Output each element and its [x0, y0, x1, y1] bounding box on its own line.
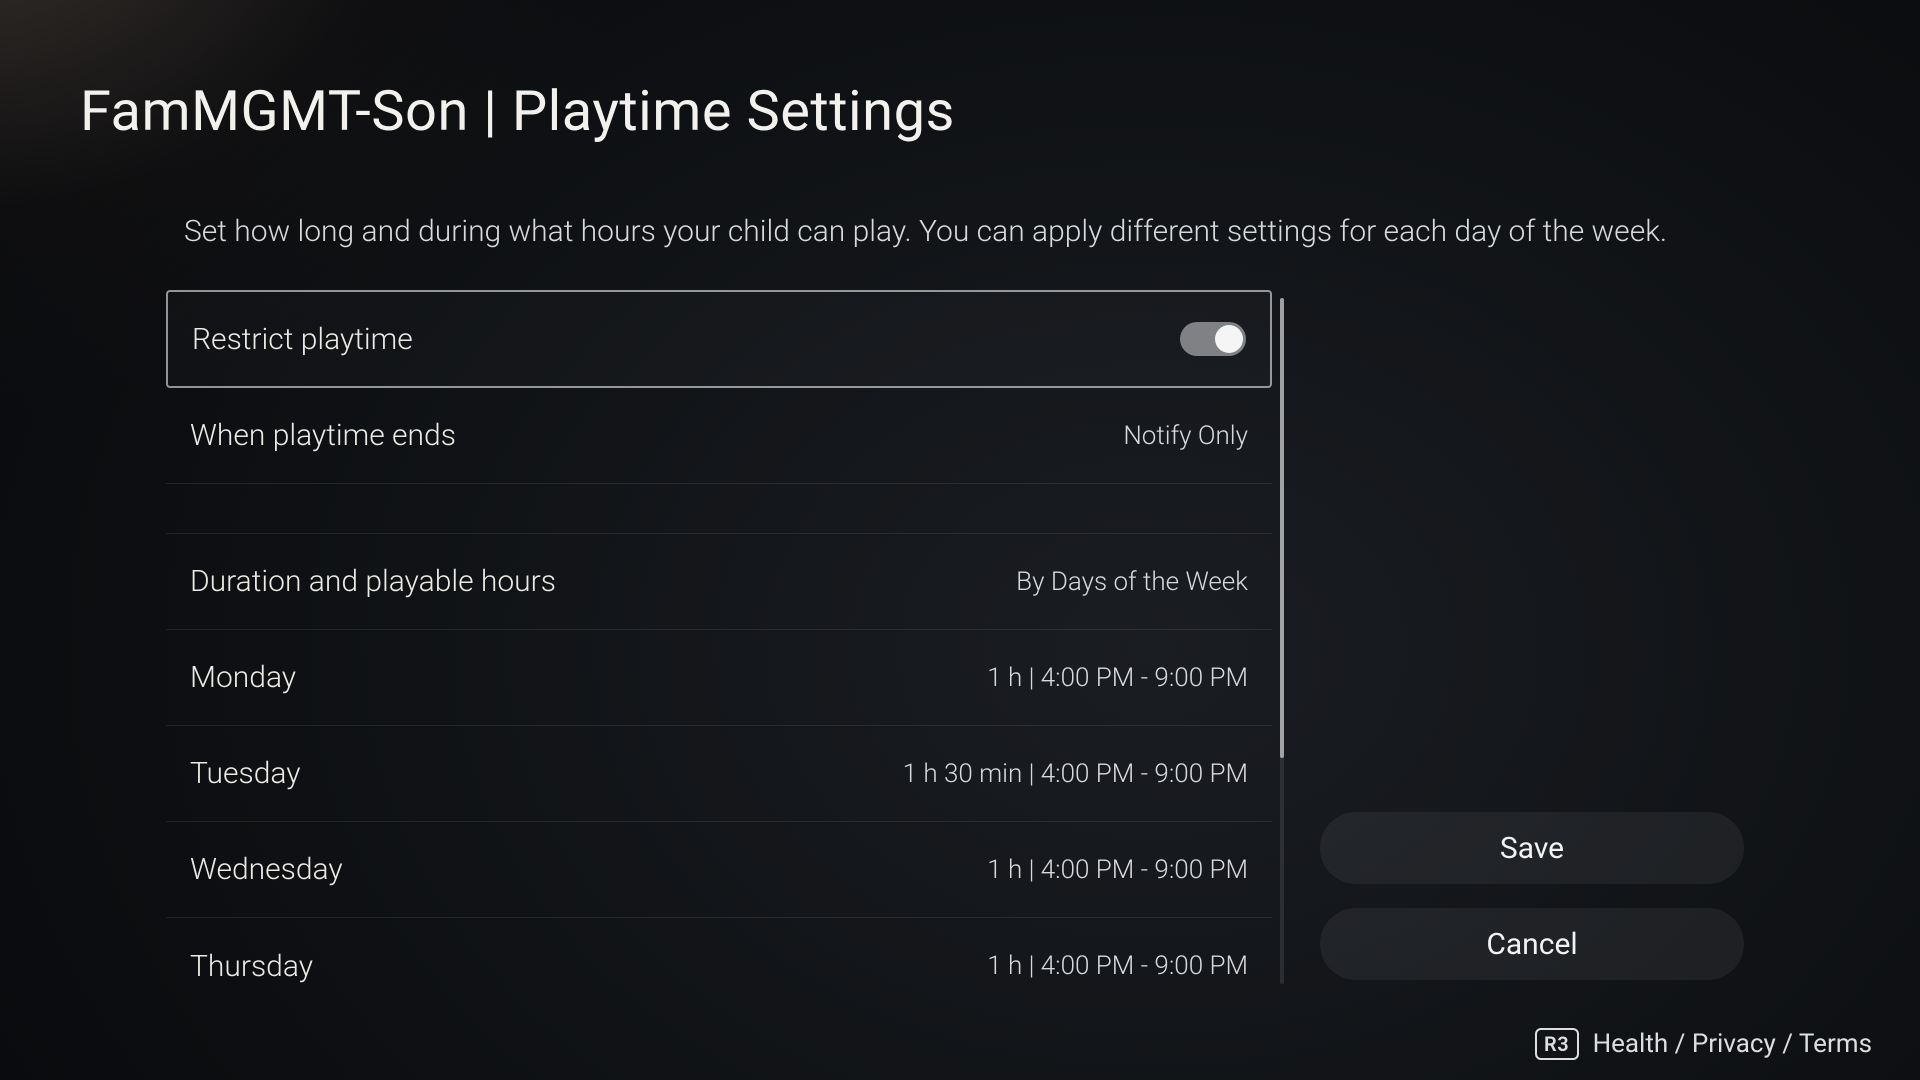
row-label: Wednesday: [190, 852, 343, 887]
row-label: Restrict playtime: [192, 322, 413, 357]
row-label: Tuesday: [190, 756, 301, 791]
row-value: 1 h | 4:00 PM - 9:00 PM: [987, 663, 1248, 693]
row-day-wednesday[interactable]: Wednesday 1 h | 4:00 PM - 9:00 PM: [166, 822, 1272, 918]
row-duration-mode[interactable]: Duration and playable hours By Days of t…: [166, 534, 1272, 630]
row-label: Thursday: [190, 949, 313, 984]
save-button[interactable]: Save: [1320, 812, 1744, 884]
scrollbar-thumb[interactable]: [1280, 298, 1284, 758]
row-value: 1 h | 4:00 PM - 9:00 PM: [987, 855, 1248, 885]
row-day-thursday[interactable]: Thursday 1 h | 4:00 PM - 9:00 PM: [166, 918, 1272, 1010]
row-day-tuesday[interactable]: Tuesday 1 h 30 min | 4:00 PM - 9:00 PM: [166, 726, 1272, 822]
toggle-restrict-playtime[interactable]: [1180, 322, 1246, 356]
r3-button-icon: R3: [1535, 1028, 1579, 1060]
row-value: 1 h | 4:00 PM - 9:00 PM: [987, 951, 1248, 981]
row-when-playtime-ends[interactable]: When playtime ends Notify Only: [166, 388, 1272, 484]
page-description: Set how long and during what hours your …: [184, 214, 1667, 249]
page-title: FamMGMT-Son | Playtime Settings: [80, 78, 955, 144]
row-day-monday[interactable]: Monday 1 h | 4:00 PM - 9:00 PM: [166, 630, 1272, 726]
row-label: When playtime ends: [190, 418, 456, 453]
footer-legal: R3 Health / Privacy / Terms: [1535, 1028, 1872, 1060]
row-restrict-playtime[interactable]: Restrict playtime: [166, 290, 1272, 388]
section-gap: [166, 484, 1272, 534]
footer-legal-links[interactable]: Health / Privacy / Terms: [1593, 1029, 1872, 1059]
settings-list: Restrict playtime When playtime ends Not…: [166, 290, 1272, 1010]
row-label: Duration and playable hours: [190, 564, 556, 599]
row-value: By Days of the Week: [1016, 567, 1248, 597]
cancel-button[interactable]: Cancel: [1320, 908, 1744, 980]
row-value: Notify Only: [1123, 421, 1248, 451]
row-label: Monday: [190, 660, 296, 695]
settings-scrollbar[interactable]: [1280, 298, 1284, 984]
toggle-knob: [1215, 325, 1243, 353]
row-value: 1 h 30 min | 4:00 PM - 9:00 PM: [903, 759, 1248, 789]
